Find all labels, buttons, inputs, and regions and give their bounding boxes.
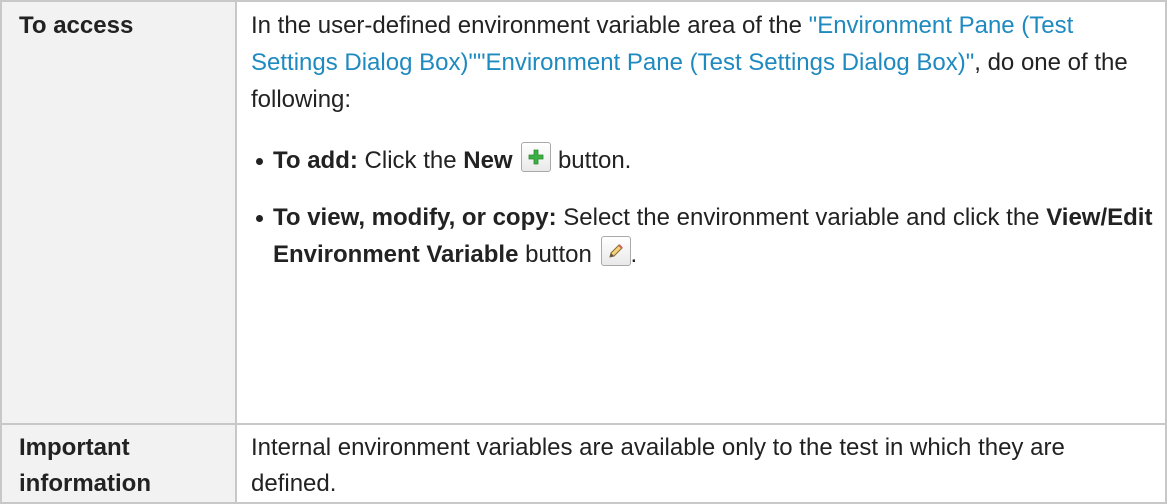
row-label-important-information: Important information — [0, 423, 237, 504]
row-content-to-access: In the user-defined environment variable… — [235, 0, 1167, 425]
row-content-important-information: Internal environment variables are avail… — [235, 423, 1167, 504]
to-view-text-1: Select the environment variable and clic… — [556, 204, 1047, 231]
to-view-text-3: . — [630, 241, 638, 268]
list-item-to-view-modify-copy: To view, modify, or copy: Select the env… — [251, 199, 1155, 273]
add-plus-icon — [521, 142, 552, 172]
to-add-text-2: button. — [551, 147, 632, 174]
pencil-edit-icon — [600, 236, 631, 266]
to-add-text-1: Click the — [357, 147, 464, 174]
to-view-text-2: button — [518, 241, 592, 268]
row-label-to-access: To access — [0, 0, 237, 425]
list-item-to-add: To add: Click the New button. — [251, 142, 1155, 179]
info-table: To access In the user-defined environmen… — [0, 0, 1167, 504]
intro-prefix: In the user-defined environment variable… — [251, 12, 809, 39]
to-view-lead: To view, modify, or copy: — [273, 204, 557, 231]
new-button-name: New — [463, 147, 513, 174]
to-add-lead: To add: — [273, 147, 358, 174]
access-intro: In the user-defined environment variable… — [251, 7, 1155, 118]
table-row-to-access: To access In the user-defined environmen… — [0, 0, 1167, 425]
access-options-list: To add: Click the New button. To view, m… — [251, 142, 1155, 273]
environment-pane-link-2[interactable]: "Environment Pane (Test Settings Dialog … — [477, 49, 974, 76]
table-row-important-information: Important information Internal environme… — [0, 423, 1167, 504]
